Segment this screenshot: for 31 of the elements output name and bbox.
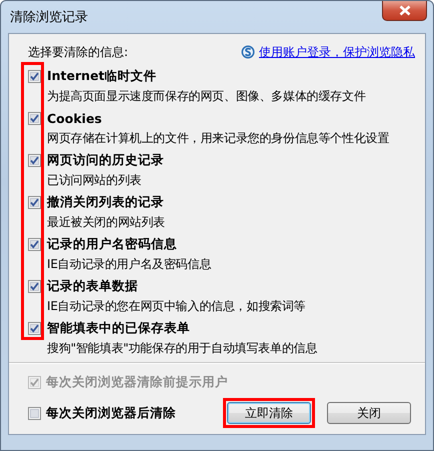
option-description: IE自动记录的您在网页中输入的信息，如搜索词等 xyxy=(46,298,307,315)
option-title: 记录的表单数据 xyxy=(47,278,138,294)
checkbox[interactable] xyxy=(28,112,41,124)
option-description: 搜狗"智能填表"功能保存的用于自动填写表单的信息 xyxy=(46,340,318,357)
section-label: 选择要清除的信息: xyxy=(28,44,128,60)
checkbox-label: 每次关闭浏览器后清除 xyxy=(46,404,176,422)
option-description: 网页存储在计算机上的文件，用来记录您的身份信息等个性化设置 xyxy=(46,130,390,147)
clear-now-button[interactable]: 立即清除 xyxy=(227,402,311,424)
option-title: Internet临时文件 xyxy=(47,68,157,84)
checkbox[interactable] xyxy=(28,280,41,292)
shield-s-icon xyxy=(241,45,255,59)
option-title: 记录的用户名密码信息 xyxy=(47,236,177,252)
option-title: 撤消关闭列表的记录 xyxy=(47,194,164,210)
checkbox[interactable] xyxy=(28,70,41,82)
option-title: 智能填表中的已保存表单 xyxy=(47,320,190,336)
checkbox[interactable] xyxy=(28,406,41,420)
checkbox[interactable] xyxy=(28,196,41,208)
window-title: 清除浏览记录 xyxy=(9,9,88,26)
option-description: 为提高页面显示速度而保存的网页、图像、多媒体的缓存文件 xyxy=(46,88,367,105)
option-description: 最近被关闭的网站列表 xyxy=(46,214,166,231)
checkbox[interactable] xyxy=(28,238,41,250)
close-icon xyxy=(398,5,410,16)
close-dialog-button[interactable]: 关闭 xyxy=(327,402,411,424)
checkbox[interactable] xyxy=(28,322,41,334)
checkbox[interactable] xyxy=(28,154,41,166)
option-description: IE自动记录的用户名及密码信息 xyxy=(46,256,212,273)
close-button[interactable] xyxy=(382,1,427,21)
option-description: 已访问网站的列表 xyxy=(46,172,142,189)
checkbox-label: 每次关闭浏览器清除前提示用户 xyxy=(46,374,228,390)
option-title: Cookies xyxy=(47,110,102,126)
option-title: 网页访问的历史记录 xyxy=(47,152,164,168)
